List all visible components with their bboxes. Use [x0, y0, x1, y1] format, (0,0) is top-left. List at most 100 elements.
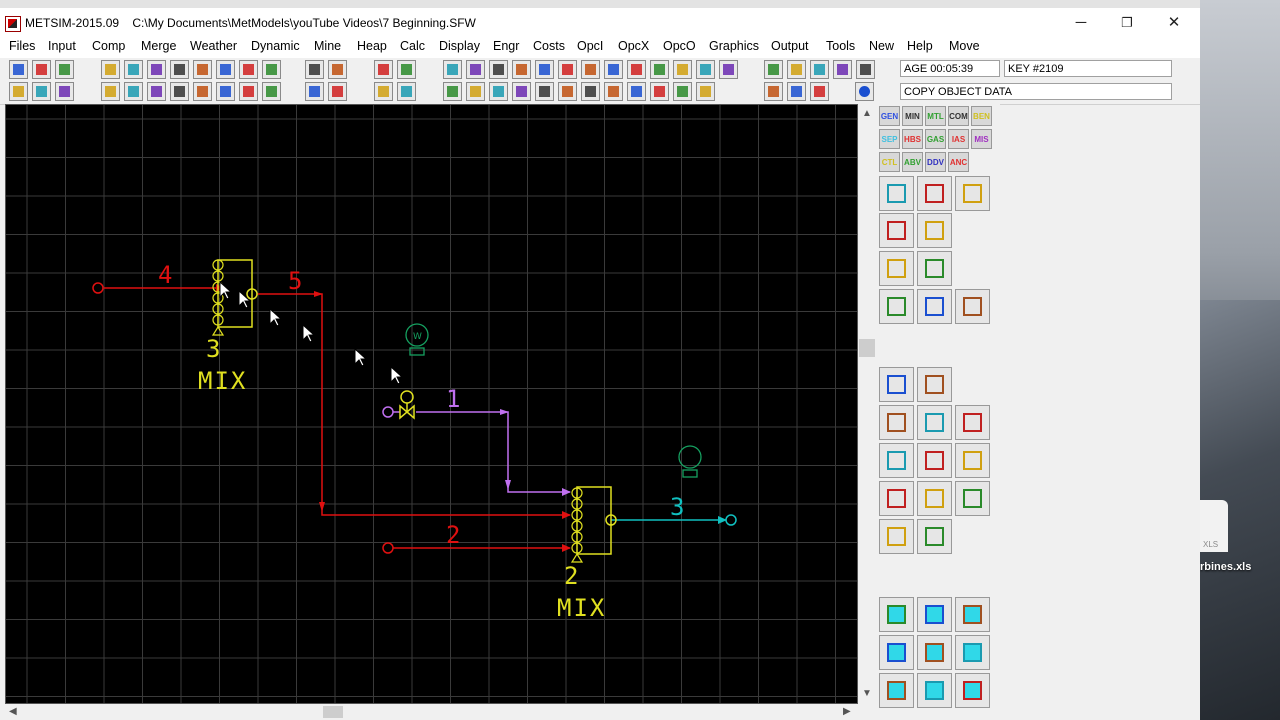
toolbar-vx-button[interactable] — [810, 60, 829, 79]
toolbar-print-button[interactable] — [55, 82, 74, 101]
palette-pump-station-button[interactable] — [879, 176, 914, 211]
toolbar-grid-alt-button[interactable] — [124, 82, 143, 101]
toolbar-grid-3-button[interactable] — [147, 82, 166, 101]
xls-file-icon[interactable]: XLS — [1200, 500, 1228, 552]
menu-move[interactable]: Move — [949, 38, 980, 58]
palette-agitator-2-button[interactable] — [917, 597, 952, 632]
palette-compressor-button[interactable] — [917, 405, 952, 440]
toolbar-draw-line-button[interactable] — [216, 60, 235, 79]
stream-5[interactable]: 5 — [257, 267, 571, 519]
toolbar-text-button[interactable] — [262, 82, 281, 101]
mixer-unit-3[interactable]: 3 MIX — [198, 259, 258, 395]
scroll-up-icon[interactable]: ▲ — [862, 108, 872, 119]
palette-conveyor-button[interactable] — [917, 176, 952, 211]
palette-tag-abv[interactable]: ABV — [902, 152, 923, 172]
palette-furnace-button[interactable] — [955, 405, 990, 440]
palette-tag-anc[interactable]: ANC — [948, 152, 969, 172]
toolbar-cell-button[interactable] — [604, 60, 623, 79]
toolbar-run-button[interactable] — [9, 82, 28, 101]
metsim-app-icon[interactable] — [5, 16, 21, 32]
toolbar-copy-button[interactable] — [374, 60, 393, 79]
toolbar-fill-button[interactable] — [239, 82, 258, 101]
toolbar-stop-button[interactable] — [489, 82, 508, 101]
menu-opco[interactable]: OpcO — [663, 38, 696, 58]
scroll-thumb[interactable] — [859, 339, 875, 357]
toolbar-label-button[interactable] — [397, 60, 416, 79]
restore-button[interactable]: ❐ — [1112, 12, 1142, 34]
palette-tag-ias[interactable]: IAS — [948, 129, 969, 149]
palette-agitator-3-button[interactable] — [955, 597, 990, 632]
menu-opcx[interactable]: OpcX — [618, 38, 649, 58]
palette-mill-button[interactable] — [955, 443, 990, 478]
palette-column-button[interactable] — [879, 213, 914, 248]
menu-files[interactable]: Files — [9, 38, 35, 58]
scroll-left-icon[interactable]: ◀ — [9, 706, 17, 717]
palette-tag-sep[interactable]: SEP — [879, 129, 900, 149]
toolbar-grid-blue-button[interactable] — [627, 82, 646, 101]
weather-station-icon-2[interactable] — [678, 445, 702, 478]
toolbar-dynamic-button[interactable] — [650, 60, 669, 79]
palette-belt-filter-button[interactable] — [879, 481, 914, 516]
toolbar-zero-button[interactable] — [833, 60, 852, 79]
palette-tank-top-button[interactable] — [917, 673, 952, 708]
toolbar-mixer-button[interactable] — [581, 60, 600, 79]
toolbar-pile-button[interactable] — [512, 60, 531, 79]
toolbar-lock-button[interactable] — [787, 82, 806, 101]
menu-comp[interactable]: Comp — [92, 38, 125, 58]
palette-tag-ben[interactable]: BEN — [971, 106, 992, 126]
toolbar-notes-button[interactable] — [328, 82, 347, 101]
palette-flotation-2-button[interactable] — [917, 289, 952, 324]
toolbar-cancel-button[interactable] — [855, 82, 874, 101]
toolbar-arrow-left-button[interactable] — [374, 82, 393, 101]
toolbar-info-button[interactable] — [305, 60, 324, 79]
toolbar-green-3-button[interactable] — [558, 82, 577, 101]
palette-crusher-button[interactable] — [879, 251, 914, 286]
toolbar-person-button[interactable] — [305, 82, 324, 101]
toolbar-pipe-button[interactable] — [558, 60, 577, 79]
toolbar-tape-button[interactable] — [696, 60, 715, 79]
menu-opci[interactable]: OpcI — [577, 38, 603, 58]
menu-calc[interactable]: Calc — [400, 38, 425, 58]
menu-input[interactable]: Input — [48, 38, 76, 58]
window-titlebar[interactable]: METSIM-2015.09 C:\My Documents\MetModels… — [0, 8, 1200, 38]
stream-3[interactable]: 3 — [611, 493, 737, 526]
palette-splitter-button[interactable] — [917, 481, 952, 516]
palette-thickener-button[interactable] — [879, 367, 914, 402]
toolbar-scale-button[interactable] — [719, 60, 738, 79]
palette-filter-button[interactable] — [955, 289, 990, 324]
toolbar-mix-button[interactable] — [581, 82, 600, 101]
toolbar-new-file-button[interactable] — [9, 60, 28, 79]
desktop-file-label[interactable]: rbines.xls — [1200, 561, 1251, 573]
toolbar-check-button[interactable] — [32, 82, 51, 101]
palette-column-stack-2-button[interactable] — [917, 519, 952, 554]
horizontal-scrollbar[interactable]: ◀ ▶ — [5, 704, 858, 720]
toolbar-color-button[interactable] — [216, 82, 235, 101]
scroll-down-icon[interactable]: ▼ — [862, 688, 872, 699]
palette-tag-gas[interactable]: GAS — [925, 129, 946, 149]
menu-new[interactable]: New — [869, 38, 894, 58]
toolbar-status-button[interactable] — [466, 82, 485, 101]
scroll-right-icon[interactable]: ▶ — [843, 706, 851, 717]
palette-bin-button[interactable] — [879, 673, 914, 708]
palette-tag-gen[interactable]: GEN — [879, 106, 900, 126]
toolbar-calc-button[interactable] — [328, 60, 347, 79]
menu-costs[interactable]: Costs — [533, 38, 565, 58]
toolbar-yellow-button[interactable] — [650, 82, 669, 101]
toolbar-table-button[interactable] — [856, 60, 875, 79]
menu-graphics[interactable]: Graphics — [709, 38, 759, 58]
palette-drum-filter-button[interactable] — [955, 481, 990, 516]
toolbar-chart-button[interactable] — [443, 60, 462, 79]
toolbar-stream-link-button[interactable] — [124, 60, 143, 79]
palette-tag-ddv[interactable]: DDV — [925, 152, 946, 172]
palette-tag-mtl[interactable]: MTL — [925, 106, 946, 126]
palette-screen-button[interactable] — [955, 176, 990, 211]
toolbar-green-2-button[interactable] — [535, 82, 554, 101]
toolbar-align-button[interactable] — [193, 82, 212, 101]
stream-2[interactable]: 2 — [382, 521, 571, 554]
palette-vessel-2-button[interactable] — [917, 635, 952, 670]
palette-tag-min[interactable]: MIN — [902, 106, 923, 126]
palette-belt-button[interactable] — [917, 367, 952, 402]
toolbar-tank-button[interactable] — [443, 82, 462, 101]
toolbar-magnify-button[interactable] — [262, 60, 281, 79]
menu-tools[interactable]: Tools — [826, 38, 855, 58]
